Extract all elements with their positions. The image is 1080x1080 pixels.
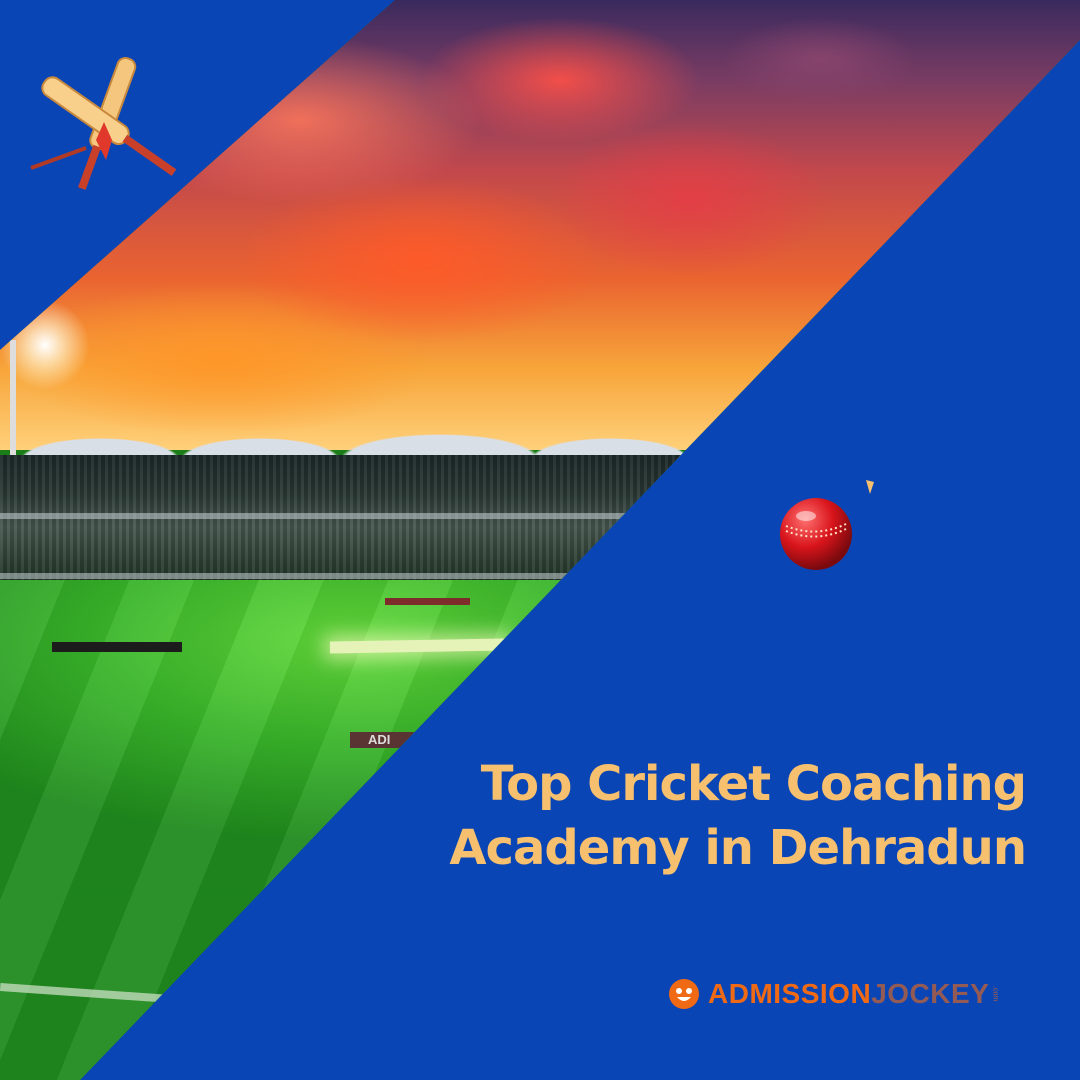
stadium-roof bbox=[0, 420, 1080, 460]
stand-divider bbox=[0, 513, 1080, 519]
cricket-ball-icon bbox=[780, 498, 852, 570]
brand-name-light: JOCKEY bbox=[871, 978, 990, 1009]
poster: ADI Top Cricket Coaching Academy in Dehr… bbox=[0, 0, 1080, 1080]
brand-logo: ADMISSION JOCKEY .com bbox=[668, 976, 998, 1012]
smiley-face-icon bbox=[669, 979, 699, 1009]
stand-divider bbox=[0, 573, 1080, 579]
ad-board-text: ADI bbox=[350, 732, 430, 748]
ad-board bbox=[385, 598, 470, 605]
brand-suffix: .com bbox=[991, 986, 999, 1002]
headline-line-2: Academy in Dehradun bbox=[449, 820, 1027, 876]
stadium-stands bbox=[0, 455, 1080, 585]
ad-board bbox=[52, 642, 182, 652]
sparkle-icon bbox=[866, 480, 874, 494]
brand-name-strong: ADMISSION bbox=[708, 978, 872, 1009]
cricket-bats-stumps-icon bbox=[30, 57, 177, 190]
headline-line-1: Top Cricket Coaching bbox=[480, 756, 1027, 812]
headline: Top Cricket Coaching Academy in Dehradun bbox=[406, 752, 1027, 880]
